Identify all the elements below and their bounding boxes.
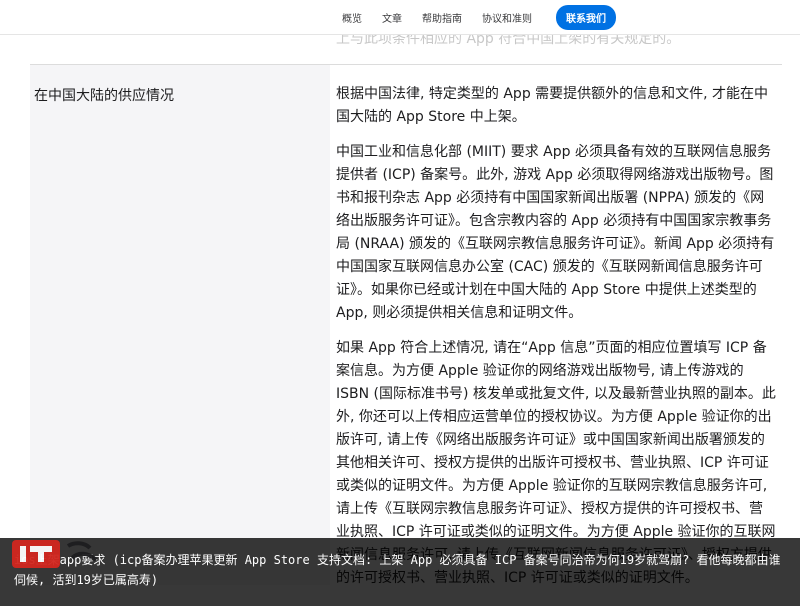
- nav-link-help[interactable]: 帮助指南: [422, 10, 462, 25]
- nav-links: 概览 文章 帮助指南 协议和准则 联系我们: [332, 4, 616, 30]
- paragraph-1: 根据中国法律, 特定类型的 App 需要提供额外的信息和文件, 才能在中国大陆的…: [336, 86, 769, 125]
- paragraph-2: 中国工业和信息化部 (MIIT) 要求 App 必须具备有效的互联网信息服务提供…: [336, 144, 775, 321]
- overlay-caption: ios上架app要求 (icp备案办理苹果更新 App Store 支持文档: …: [14, 553, 781, 587]
- it-home-logo-icon: [12, 536, 108, 572]
- left-column: 在中国大陆的供应情况: [30, 65, 330, 585]
- content-section: 在中国大陆的供应情况 根据中国法律, 特定类型的 App 需要提供额外的信息和文…: [30, 64, 782, 586]
- section-body: 根据中国法律, 特定类型的 App 需要提供额外的信息和文件, 才能在中国大陆的…: [336, 83, 776, 602]
- nav-link-articles[interactable]: 文章: [382, 10, 402, 25]
- top-nav: 概览 文章 帮助指南 协议和准则 联系我们: [0, 0, 800, 35]
- bottom-caption-overlay: ios上架app要求 (icp备案办理苹果更新 App Store 支持文档: …: [0, 538, 800, 606]
- section-title: 在中国大陆的供应情况: [34, 88, 174, 104]
- nav-link-agreements[interactable]: 协议和准则: [482, 10, 532, 25]
- nav-link-overview[interactable]: 概览: [342, 10, 362, 25]
- contact-us-button[interactable]: 联系我们: [556, 4, 616, 30]
